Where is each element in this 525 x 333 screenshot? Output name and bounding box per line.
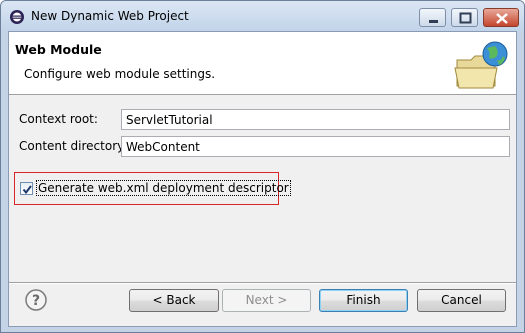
- next-button[interactable]: Next >: [222, 289, 311, 312]
- content-directory-input[interactable]: [121, 136, 510, 157]
- context-root-label: Context root:: [19, 112, 98, 126]
- page-description: Configure web module settings.: [24, 67, 216, 81]
- window-title: New Dynamic Web Project: [31, 9, 189, 23]
- maximize-button[interactable]: [451, 8, 478, 27]
- content-directory-label: Content directory:: [19, 139, 128, 153]
- finish-button[interactable]: Finish: [319, 289, 408, 312]
- minimize-button[interactable]: [419, 8, 446, 27]
- title-bar[interactable]: New Dynamic Web Project: [1, 1, 524, 31]
- help-question-icon[interactable]: ?: [25, 289, 47, 311]
- dialog-client-area: Web Module Configure web module settings…: [8, 31, 517, 327]
- dialog-window: New Dynamic Web Project Web Module Confi…: [0, 0, 525, 333]
- eclipse-icon: [9, 9, 25, 25]
- folder-globe-icon: [451, 38, 509, 92]
- svg-text:?: ?: [32, 293, 40, 309]
- page-title: Web Module: [15, 42, 102, 57]
- cancel-button[interactable]: Cancel: [417, 289, 506, 312]
- back-button[interactable]: < Back: [129, 289, 219, 312]
- generate-web-xml-checkbox[interactable]: [20, 182, 33, 195]
- wizard-banner: Web Module Configure web module settings…: [9, 32, 516, 95]
- generate-web-xml-label[interactable]: Generate web.xml deployment descriptor: [36, 180, 291, 196]
- context-root-input[interactable]: [121, 109, 510, 130]
- button-bar-separator: [9, 282, 516, 284]
- close-button[interactable]: [483, 8, 519, 27]
